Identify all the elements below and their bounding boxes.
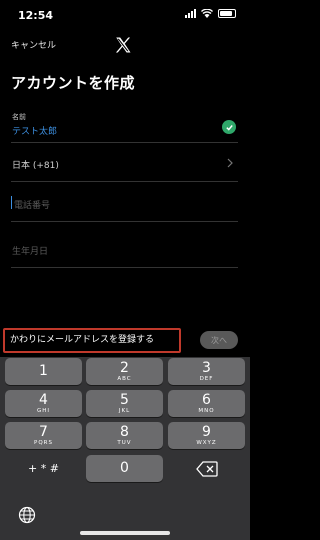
chevron-right-icon <box>227 158 233 168</box>
key-3[interactable]: 3 DEF <box>168 358 245 385</box>
key-letters: MNO <box>198 408 215 414</box>
key-letters: JKL <box>118 408 131 414</box>
divider <box>11 267 238 268</box>
key-digit: 5 <box>120 392 129 408</box>
divider <box>11 221 238 222</box>
key-letters: DEF <box>199 376 214 382</box>
page-title: アカウントを作成 <box>11 74 136 92</box>
next-button[interactable]: 次へ <box>200 331 238 349</box>
birthdate-field[interactable]: 生年月日 <box>11 230 238 268</box>
action-bar: かわりにメールアドレスを登録する 次へ <box>0 325 250 357</box>
key-letters: ABC <box>117 376 132 382</box>
x-logo-icon <box>115 37 131 53</box>
key-2[interactable]: 2 ABC <box>86 358 163 385</box>
country-code-label: 日本 (+81) <box>12 161 59 171</box>
globe-icon[interactable] <box>18 506 36 524</box>
key-7[interactable]: 7 PQRS <box>5 422 82 449</box>
numeric-keypad: 1 2 ABC 3 DEF 4 GHI 5 JKL 6 MNO 7 PQRS 8 TUV 9W… <box>0 357 250 540</box>
birthdate-placeholder: 生年月日 <box>12 247 49 257</box>
country-code-field[interactable]: 日本 (+81) <box>11 146 238 182</box>
name-label: 名前 <box>12 113 26 121</box>
key-9[interactable]: 9 WXYZ <box>168 422 245 449</box>
key-letters: WXYZ <box>196 440 217 446</box>
key-digit: 2 <box>120 360 129 376</box>
name-value: テスト太郎 <box>12 127 58 137</box>
key-5[interactable]: 5 JKL <box>86 390 163 417</box>
key-digit: 9 <box>202 424 211 440</box>
cancel-button[interactable]: キャンセル <box>11 38 56 51</box>
battery-icon <box>218 9 236 18</box>
delete-key[interactable] <box>168 455 245 482</box>
backspace-icon <box>196 461 218 477</box>
top-nav: キャンセル <box>0 30 250 58</box>
phone-field[interactable]: 電話番号 <box>11 186 238 222</box>
key-digit: 7 <box>39 424 48 440</box>
key-letters: TUV <box>117 440 132 446</box>
key-letters: PQRS <box>34 440 53 446</box>
key-digit: 3 <box>202 360 211 376</box>
key-digit: 1 <box>39 363 48 379</box>
cellular-signal-icon <box>185 9 196 18</box>
status-time: 12:54 <box>18 9 54 22</box>
use-email-button[interactable]: かわりにメールアドレスを登録する <box>3 328 181 353</box>
phone-placeholder: 電話番号 <box>14 201 51 211</box>
key-4[interactable]: 4 GHI <box>5 390 82 417</box>
wifi-icon <box>201 9 213 18</box>
key-digit: 0 <box>120 460 129 476</box>
status-bar: 12:54 <box>0 0 250 28</box>
text-cursor <box>11 196 12 209</box>
key-6[interactable]: 6 MNO <box>168 390 245 417</box>
key-letters: GHI <box>36 408 51 414</box>
home-indicator <box>80 531 170 535</box>
divider <box>11 142 238 143</box>
key-digit: 4 <box>39 392 48 408</box>
key-8[interactable]: 8 TUV <box>86 422 163 449</box>
status-icons <box>185 9 236 18</box>
key-digit: 6 <box>202 392 211 408</box>
divider <box>11 181 238 182</box>
check-circle-icon <box>222 120 236 134</box>
key-digit: 8 <box>120 424 129 440</box>
key-0[interactable]: 0 <box>86 455 163 482</box>
name-field[interactable]: 名前 テスト太郎 <box>11 107 238 143</box>
symbols-key[interactable]: + * # <box>5 455 82 482</box>
key-1[interactable]: 1 <box>5 358 82 385</box>
